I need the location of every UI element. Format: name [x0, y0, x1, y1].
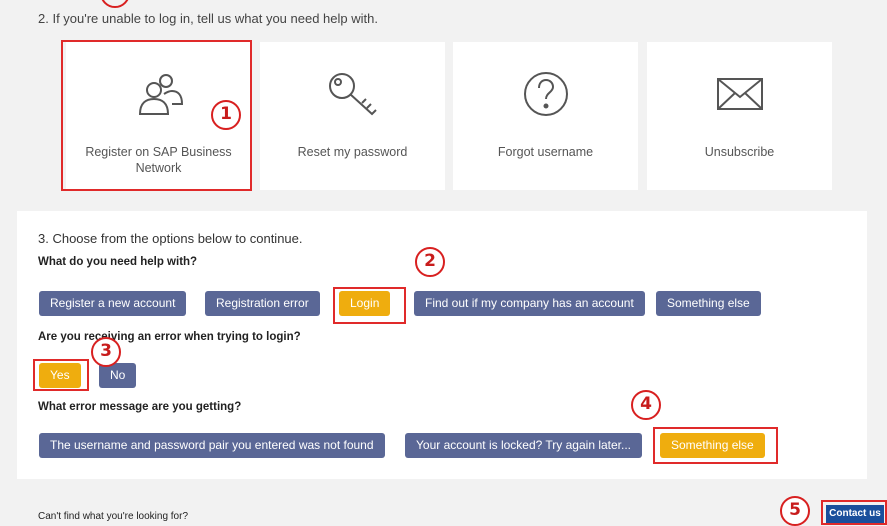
highlight-something-else-2 [653, 427, 778, 464]
envelope-icon [716, 66, 764, 122]
annotation-5: 5 [780, 496, 810, 526]
option-something-else-1[interactable]: Something else [656, 291, 761, 316]
option-account-locked[interactable]: Your account is locked? Try again later.… [405, 433, 643, 458]
key-icon [326, 66, 380, 122]
option-register-new-account[interactable]: Register a new account [39, 291, 187, 316]
option-registration-error[interactable]: Registration error [205, 291, 320, 316]
annotation-1: 1 [211, 100, 241, 130]
highlight-contact-us [821, 500, 887, 525]
q1-label: What do you need help with? [38, 256, 198, 268]
option-find-company-account[interactable]: Find out if my company has an account [414, 291, 645, 316]
step2-title: 2. If you're unable to log in, tell us w… [38, 11, 378, 26]
option-username-password-not-found[interactable]: The username and password pair you enter… [39, 433, 385, 458]
q3-label: What error message are you getting? [38, 401, 242, 413]
annotation-2: 2 [415, 247, 445, 277]
highlight-yes [33, 359, 89, 391]
card-reset-password[interactable]: Reset my password [260, 42, 445, 190]
annotation-4: 4 [631, 390, 661, 420]
highlight-login [333, 287, 406, 324]
card-unsubscribe[interactable]: Unsubscribe [647, 42, 832, 190]
card-forgot-username-label: Forgot username [497, 145, 594, 159]
card-reset-password-label: Reset my password [297, 145, 408, 159]
q2-label: Are you receiving an error when trying t… [38, 331, 301, 343]
step3-title: 3. Choose from the options below to cont… [38, 231, 303, 246]
annotation-partial-circle [100, 0, 130, 8]
card-unsubscribe-label: Unsubscribe [704, 145, 775, 159]
question-circle-icon [521, 66, 571, 122]
footer-text: Can't find what you're looking for? [38, 511, 189, 522]
annotation-3: 3 [91, 337, 121, 367]
card-forgot-username[interactable]: Forgot username [453, 42, 638, 190]
